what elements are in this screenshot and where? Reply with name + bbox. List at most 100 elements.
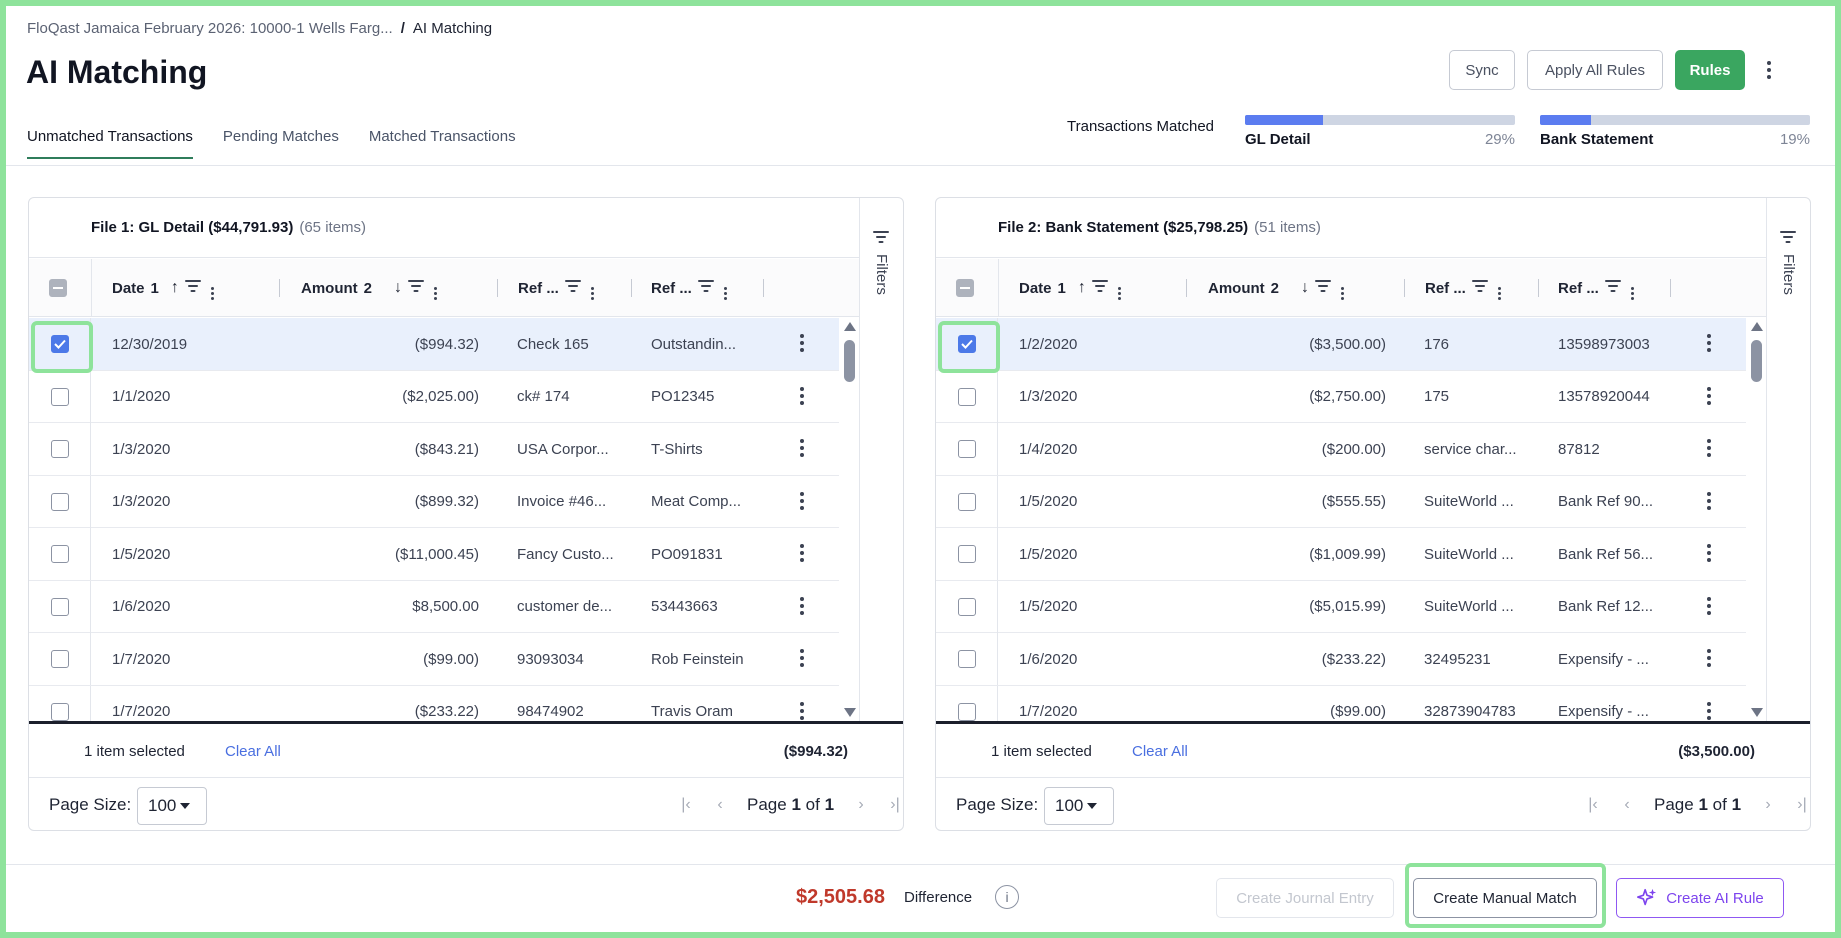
scroll-down-icon[interactable] <box>844 708 856 717</box>
select-all-checkbox[interactable] <box>49 279 67 297</box>
column-menu-icon[interactable] <box>1108 277 1121 300</box>
table-row[interactable]: 1/5/2020 ($1,009.99) SuiteWorld ... Bank Re… <box>936 528 1746 581</box>
column-filter-icon[interactable] <box>1315 279 1331 297</box>
row-checkbox[interactable] <box>50 492 69 511</box>
next-page-icon[interactable]: › <box>1751 796 1785 814</box>
breadcrumb-parent-link[interactable]: FloQast Jamaica February 2026: 10000-1 W… <box>27 20 393 37</box>
column-header-date[interactable]: Date 1 ↑ <box>1019 259 1121 317</box>
column-resize-handle[interactable] <box>279 279 280 297</box>
sort-ascending-icon[interactable]: ↑ <box>171 279 179 297</box>
column-filter-icon[interactable] <box>1604 279 1621 297</box>
table-row[interactable]: 1/6/2020 ($233.22) 32495231 Expensify - ... <box>936 633 1746 686</box>
column-resize-handle[interactable] <box>1670 279 1671 297</box>
table-row[interactable]: 1/3/2020 ($2,750.00) 175 13578920044 <box>936 370 1746 423</box>
row-menu-icon[interactable] <box>1706 596 1712 615</box>
table-row[interactable]: 1/6/2020 $8,500.00 customer de... 53443663 <box>29 580 839 633</box>
row-menu-icon[interactable] <box>799 649 805 667</box>
first-page-icon[interactable]: |‹ <box>669 796 703 814</box>
row-checkbox[interactable] <box>957 545 976 563</box>
row-menu-icon[interactable] <box>799 596 805 615</box>
filters-rail[interactable]: Filters <box>1766 198 1810 721</box>
column-menu-icon[interactable] <box>714 277 727 300</box>
row-checkbox[interactable] <box>957 650 976 668</box>
page-size-select[interactable]: 100 <box>1044 787 1114 825</box>
column-header-date[interactable]: Date 1 ↑ <box>112 259 214 317</box>
rules-button[interactable]: Rules <box>1675 50 1745 90</box>
column-menu-icon[interactable] <box>1331 277 1344 300</box>
row-checkbox[interactable] <box>957 492 976 511</box>
column-filter-icon[interactable] <box>1471 279 1488 297</box>
row-checkbox[interactable] <box>957 440 976 458</box>
create-manual-match-button[interactable]: Create Manual Match <box>1413 878 1597 918</box>
sort-descending-icon[interactable]: ↓ <box>1301 279 1309 297</box>
column-header-ref1[interactable]: Ref ... <box>1425 259 1501 317</box>
column-filter-icon[interactable] <box>408 279 424 297</box>
more-options-icon[interactable] <box>1757 50 1781 90</box>
row-menu-icon[interactable] <box>799 701 805 720</box>
column-header-amount[interactable]: Amount 2 ↓ <box>1208 259 1344 317</box>
row-menu-icon[interactable] <box>799 439 805 457</box>
table-row[interactable]: 1/7/2020 ($99.00) 32873904783 Expensify - .… <box>936 685 1746 721</box>
row-checkbox[interactable] <box>957 387 976 406</box>
column-filter-icon[interactable] <box>1091 279 1108 297</box>
filters-rail[interactable]: Filters <box>859 198 903 721</box>
row-checkbox[interactable] <box>50 650 69 668</box>
scroll-up-icon[interactable] <box>844 322 856 331</box>
row-checkbox[interactable] <box>50 702 69 721</box>
table-row[interactable]: 1/1/2020 ($2,025.00) ck# 174 PO12345 <box>29 370 839 423</box>
table-row[interactable]: 1/4/2020 ($200.00) service char... 87812 <box>936 423 1746 476</box>
sort-descending-icon[interactable]: ↓ <box>394 279 402 297</box>
table-row[interactable]: 1/5/2020 ($5,015.99) SuiteWorld ... Bank Re… <box>936 580 1746 633</box>
row-checkbox[interactable] <box>957 597 976 616</box>
column-header-ref2[interactable]: Ref ... <box>1558 259 1634 317</box>
table-row[interactable]: 1/3/2020 ($899.32) Invoice #46... Meat Comp… <box>29 475 839 528</box>
row-menu-icon[interactable] <box>799 491 805 510</box>
column-filter-icon[interactable] <box>697 279 714 297</box>
row-menu-icon[interactable] <box>1706 386 1712 405</box>
column-resize-handle[interactable] <box>631 279 632 297</box>
table-row[interactable]: 1/5/2020 ($11,000.45) Fancy Custo... PO0918… <box>29 528 839 581</box>
sort-ascending-icon[interactable]: ↑ <box>1078 279 1086 297</box>
row-menu-icon[interactable] <box>799 334 805 352</box>
row-menu-icon[interactable] <box>799 386 805 405</box>
table-row[interactable]: 12/30/2019 ($994.32) Check 165 Outstandin..… <box>29 318 839 371</box>
previous-page-icon[interactable]: ‹ <box>1610 796 1644 814</box>
tab-matched-transactions[interactable]: Matched Transactions <box>369 128 516 159</box>
table-row[interactable]: 1/7/2020 ($233.22) 98474902 Travis Oram <box>29 685 839 721</box>
row-menu-icon[interactable] <box>1706 491 1712 510</box>
scroll-thumb[interactable] <box>1751 340 1762 382</box>
column-menu-icon[interactable] <box>581 277 594 300</box>
previous-page-icon[interactable]: ‹ <box>703 796 737 814</box>
table-row[interactable]: 1/2/2020 ($3,500.00) 176 13598973003 <box>936 318 1746 371</box>
scroll-down-icon[interactable] <box>1751 708 1763 717</box>
row-menu-icon[interactable] <box>1706 544 1712 562</box>
clear-all-link[interactable]: Clear All <box>1132 743 1188 760</box>
table-scrollbar[interactable] <box>839 318 859 721</box>
column-filter-icon[interactable] <box>184 279 201 297</box>
table-row[interactable]: 1/5/2020 ($555.55) SuiteWorld ... Bank Ref … <box>936 475 1746 528</box>
row-checkbox[interactable] <box>957 702 976 721</box>
row-menu-icon[interactable] <box>799 544 805 562</box>
tab-pending-matches[interactable]: Pending Matches <box>223 128 339 159</box>
column-menu-icon[interactable] <box>424 277 437 300</box>
row-menu-icon[interactable] <box>1706 334 1712 352</box>
info-icon[interactable]: i <box>995 885 1019 909</box>
apply-all-rules-button[interactable]: Apply All Rules <box>1527 50 1663 90</box>
column-header-ref2[interactable]: Ref ... <box>651 259 727 317</box>
row-menu-icon[interactable] <box>1706 649 1712 667</box>
last-page-icon[interactable]: ›| <box>1785 796 1810 814</box>
select-all-checkbox[interactable] <box>956 279 974 297</box>
next-page-icon[interactable]: › <box>844 796 878 814</box>
column-header-amount[interactable]: Amount 2 ↓ <box>301 259 437 317</box>
row-checkbox[interactable] <box>50 440 69 458</box>
table-scrollbar[interactable] <box>1746 318 1766 721</box>
column-filter-icon[interactable] <box>564 279 581 297</box>
column-resize-handle[interactable] <box>763 279 764 297</box>
column-header-ref1[interactable]: Ref ... <box>518 259 594 317</box>
column-menu-icon[interactable] <box>1488 277 1501 300</box>
scroll-up-icon[interactable] <box>1751 322 1763 331</box>
row-checkbox[interactable] <box>50 545 69 563</box>
scroll-thumb[interactable] <box>844 340 855 382</box>
column-resize-handle[interactable] <box>1538 279 1539 297</box>
column-resize-handle[interactable] <box>1404 279 1405 297</box>
